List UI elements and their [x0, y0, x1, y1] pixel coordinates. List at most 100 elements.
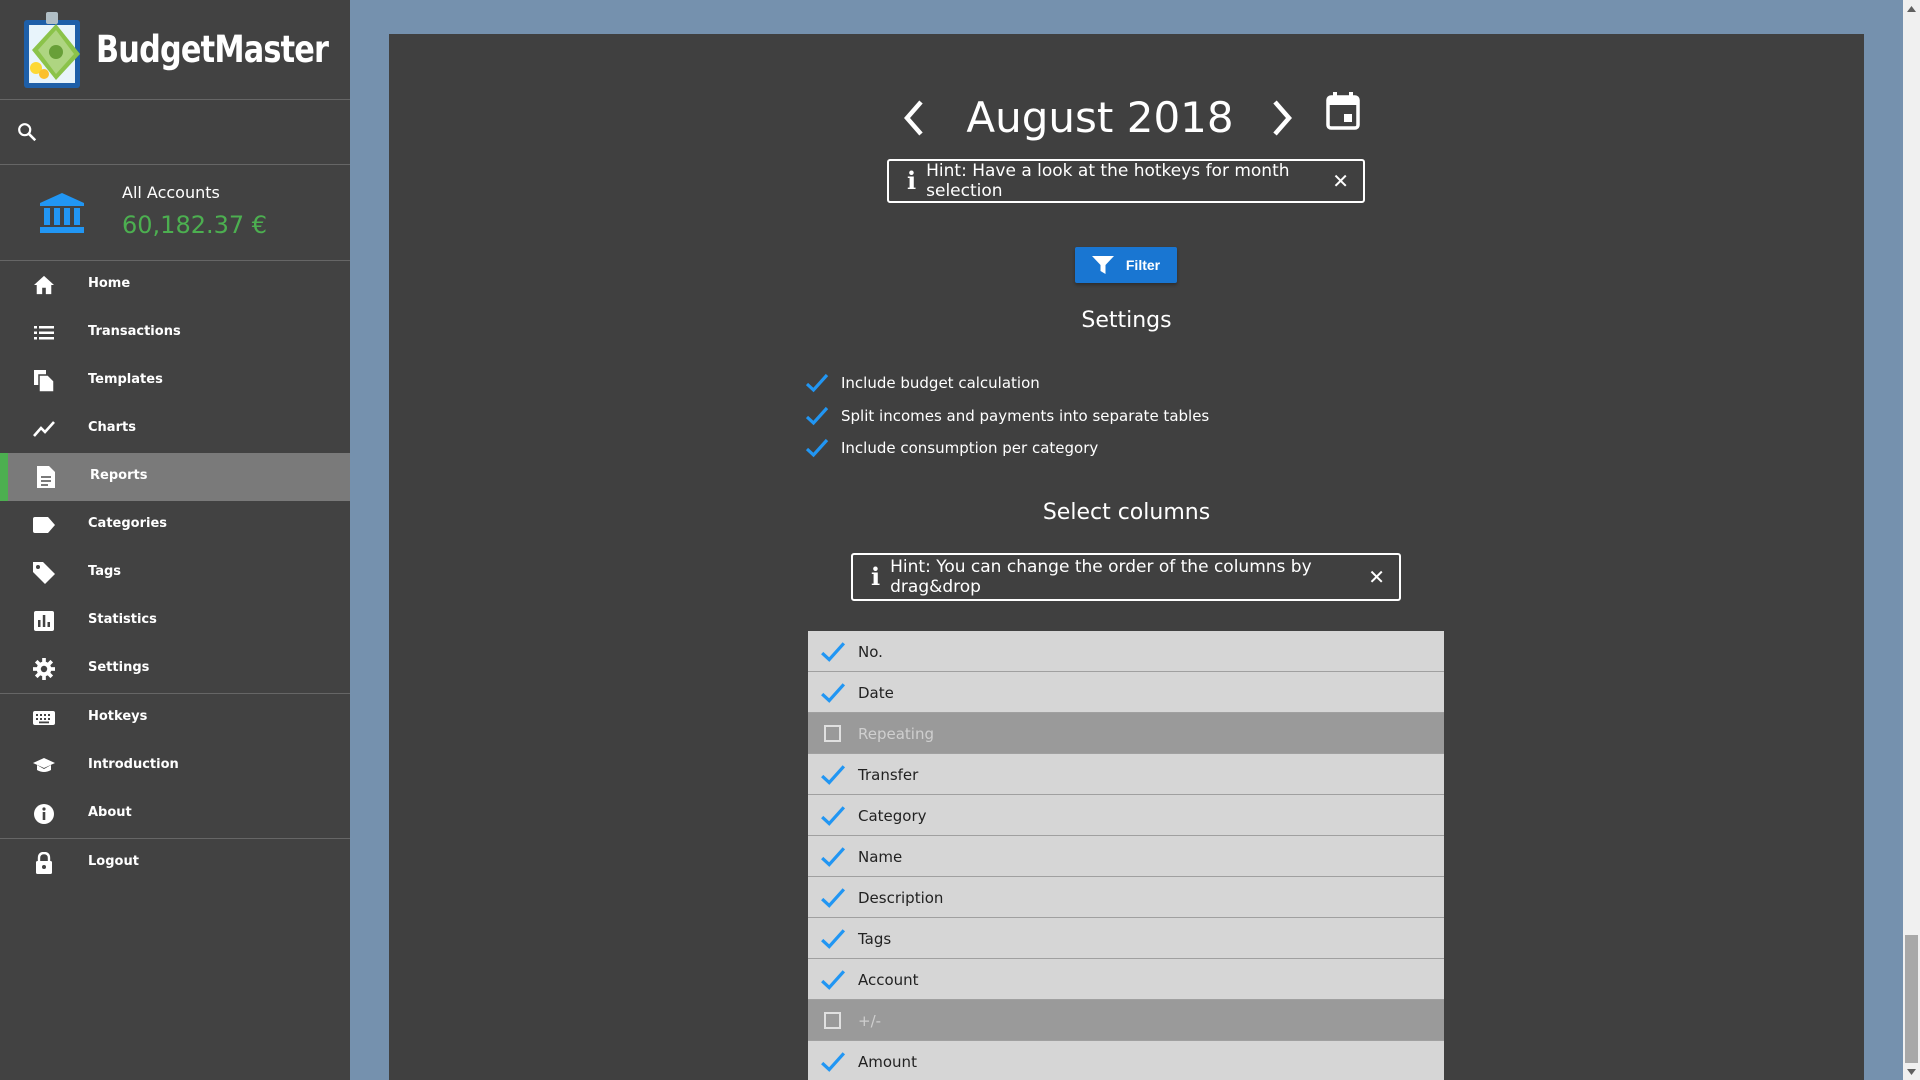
column-item-repeating[interactable]: Repeating	[808, 713, 1444, 754]
sidebar-item-hotkeys[interactable]: Hotkeys	[0, 694, 350, 742]
hint-column-order: i Hint: You can change the order of the …	[851, 553, 1401, 601]
checkmark-icon	[821, 642, 846, 662]
setting-consumption-per-category[interactable]: Include consumption per category	[805, 434, 1098, 462]
settings-heading: Settings	[1081, 308, 1172, 333]
label-icon	[32, 514, 56, 536]
unchecked-box-icon	[824, 1012, 841, 1029]
sidebar-item-settings[interactable]: Settings	[0, 645, 350, 693]
sidebar: BudgetMaster All Accounts 60,182.37 € Ho…	[0, 0, 350, 1080]
sidebar-item-transactions[interactable]: Transactions	[0, 309, 350, 357]
sidebar-item-statistics[interactable]: Statistics	[0, 597, 350, 645]
document-icon	[34, 466, 58, 488]
gear-icon	[32, 658, 56, 680]
sidebar-item-label: Reports	[90, 468, 148, 483]
sidebar-item-label: Charts	[88, 420, 136, 435]
home-icon	[32, 274, 56, 296]
column-item-plus-minus[interactable]: +/-	[808, 1000, 1444, 1041]
checkmark-icon	[805, 373, 829, 393]
column-item-description[interactable]: Description	[808, 877, 1444, 918]
sidebar-item-home[interactable]: Home	[0, 261, 350, 309]
column-item-transfer[interactable]: Transfer	[808, 754, 1444, 795]
column-label: Account	[858, 971, 919, 989]
account-name: All Accounts	[122, 183, 220, 202]
column-label: Date	[858, 684, 894, 702]
sidebar-item-logout[interactable]: Logout	[0, 839, 350, 887]
scroll-up-arrow-icon[interactable]	[1903, 0, 1920, 17]
checkmark-icon	[821, 806, 846, 826]
sidebar-item-label: Transactions	[88, 324, 181, 339]
sidebar-item-label: Tags	[88, 564, 122, 579]
sidebar-item-label: Logout	[88, 854, 139, 869]
checkmark-icon	[821, 929, 846, 949]
info-icon	[32, 803, 56, 825]
column-item-no[interactable]: No.	[808, 631, 1444, 672]
graduation-cap-icon	[32, 755, 56, 777]
column-label: Category	[858, 807, 927, 825]
column-item-amount[interactable]: Amount	[808, 1041, 1444, 1080]
checkmark-icon	[821, 683, 846, 703]
setting-split-tables[interactable]: Split incomes and payments into separate…	[805, 402, 1209, 430]
sidebar-item-about[interactable]: About	[0, 790, 350, 838]
app-title: BudgetMaster	[96, 28, 329, 71]
setting-label: Split incomes and payments into separate…	[841, 407, 1210, 425]
bank-icon	[40, 193, 84, 233]
sidebar-item-label: About	[88, 805, 132, 820]
sidebar-item-label: Hotkeys	[88, 709, 148, 724]
vertical-scrollbar[interactable]	[1903, 0, 1920, 1080]
column-item-account[interactable]: Account	[808, 959, 1444, 1000]
search-area	[0, 100, 350, 165]
search-input[interactable]	[52, 116, 332, 150]
column-label: Amount	[858, 1053, 917, 1071]
filter-label: Filter	[1125, 257, 1161, 273]
sidebar-item-label: Introduction	[88, 757, 179, 772]
scroll-down-arrow-icon[interactable]	[1903, 1063, 1920, 1080]
column-label: Tags	[858, 930, 892, 948]
calendar-icon[interactable]	[1326, 92, 1360, 130]
sidebar-item-label: Settings	[88, 660, 150, 675]
hint-month-selection: i Hint: Have a look at the hotkeys for m…	[887, 159, 1365, 203]
chevron-left-icon[interactable]	[901, 98, 925, 138]
budgetmaster-logo-icon	[24, 12, 80, 88]
close-icon[interactable]: ✕	[1332, 169, 1349, 193]
sidebar-item-tags[interactable]: Tags	[0, 549, 350, 597]
search-icon	[18, 123, 37, 142]
column-item-name[interactable]: Name	[808, 836, 1444, 877]
checkmark-icon	[805, 406, 829, 426]
checkmark-icon	[821, 847, 846, 867]
column-item-category[interactable]: Category	[808, 795, 1444, 836]
sidebar-item-introduction[interactable]: Introduction	[0, 742, 350, 790]
lock-icon	[32, 852, 56, 874]
hint-text: Hint: Have a look at the hotkeys for mon…	[926, 161, 1290, 201]
column-item-date[interactable]: Date	[808, 672, 1444, 713]
column-label: +/-	[858, 1012, 882, 1030]
setting-budget-calculation[interactable]: Include budget calculation	[805, 369, 1040, 397]
column-item-tags[interactable]: Tags	[808, 918, 1444, 959]
account-selector[interactable]: All Accounts 60,182.37 €	[0, 165, 350, 261]
sidebar-item-charts[interactable]: Charts	[0, 405, 350, 453]
sidebar-nav: Home Transactions Templates Charts Repor…	[0, 261, 350, 887]
checkmark-icon	[821, 765, 846, 785]
scrollbar-thumb[interactable]	[1905, 935, 1918, 1063]
list-icon	[32, 322, 56, 344]
column-label: No.	[858, 643, 883, 661]
column-label: Transfer	[858, 766, 919, 784]
checkmark-icon	[821, 1052, 846, 1072]
account-balance: 60,182.37 €	[122, 211, 268, 239]
logo-area: BudgetMaster	[0, 0, 350, 100]
chevron-right-icon[interactable]	[1271, 98, 1295, 138]
line-chart-icon	[32, 418, 56, 440]
month-label: August 2018	[966, 93, 1234, 142]
sidebar-item-label: Home	[88, 276, 131, 291]
sidebar-item-label: Templates	[88, 372, 163, 387]
column-label: Name	[858, 848, 903, 866]
checkmark-icon	[821, 888, 846, 908]
columns-heading: Select columns	[1042, 500, 1211, 525]
unchecked-box-icon	[824, 725, 841, 742]
sidebar-item-categories[interactable]: Categories	[0, 501, 350, 549]
close-icon[interactable]: ✕	[1368, 565, 1385, 589]
bar-chart-icon	[32, 610, 56, 632]
info-icon: i	[907, 166, 917, 195]
filter-button[interactable]: Filter	[1075, 247, 1177, 283]
sidebar-item-templates[interactable]: Templates	[0, 357, 350, 405]
sidebar-item-reports[interactable]: Reports	[0, 453, 350, 501]
